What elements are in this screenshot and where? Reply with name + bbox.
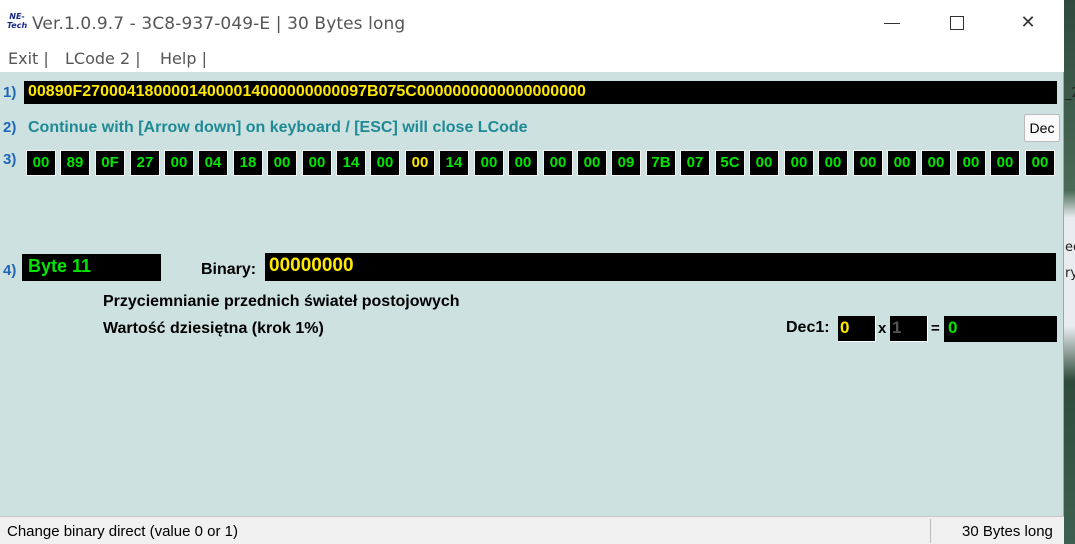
row-number: 1) — [3, 84, 17, 101]
byte-cell[interactable]: 00 — [887, 150, 917, 176]
byte-cell[interactable]: 00 — [990, 150, 1020, 176]
menu-lcode[interactable]: LCode 2 | — [65, 49, 141, 68]
close-button[interactable]: ✕ — [1005, 8, 1051, 38]
selected-byte-label: Byte 11 — [22, 254, 161, 281]
byte-cell[interactable]: 07 — [680, 150, 710, 176]
instruction-text: Continue with [Arrow down] on keyboard /… — [28, 119, 528, 136]
byte-cell[interactable]: 00 — [956, 150, 986, 176]
row-number: 4) — [3, 262, 17, 279]
byte-cell[interactable]: 00 — [302, 150, 332, 176]
status-bar: Change binary direct (value 0 or 1) 30 B… — [0, 516, 1064, 544]
minimize-icon — [884, 23, 900, 24]
desktop-background: _2 ec ry — [1063, 0, 1075, 544]
byte-cell[interactable]: 09 — [611, 150, 641, 176]
byte-cell[interactable]: 00 — [853, 150, 883, 176]
result-field: 0 — [944, 316, 1057, 342]
byte-cell[interactable]: 00 — [164, 150, 194, 176]
byte-cell[interactable]: 00 — [749, 150, 779, 176]
byte-cell[interactable]: 00 — [818, 150, 848, 176]
row-number: 2) — [3, 119, 17, 136]
desktop-text-fragment: ry — [1065, 266, 1075, 281]
byte-cell[interactable]: 00 — [1025, 150, 1055, 176]
byte-cell[interactable]: 14 — [439, 150, 469, 176]
desktop-text-fragment: _2 — [1065, 86, 1075, 101]
binary-label: Binary: — [201, 261, 257, 278]
byte-cell[interactable]: 00 — [370, 150, 400, 176]
byte-cell[interactable]: 14 — [336, 150, 366, 176]
byte-cell[interactable]: 89 — [60, 150, 90, 176]
hex-string-field[interactable]: 00890F27000418000014000014000000000097B0… — [24, 81, 1057, 104]
app-logo-icon: NE- Tech — [6, 12, 28, 30]
maximize-icon — [950, 16, 964, 30]
equals-sign: = — [931, 320, 940, 337]
byte-cell[interactable]: 04 — [198, 150, 228, 176]
minimize-button[interactable] — [870, 8, 916, 38]
byte-cell[interactable]: 0F — [95, 150, 125, 176]
title-bar[interactable]: NE- Tech Ver.1.0.9.7 - 3C8-937-049-E | 3… — [0, 0, 1064, 48]
byte-cell[interactable]: 27 — [130, 150, 160, 176]
byte-cell[interactable]: 00 — [267, 150, 297, 176]
app-window: NE- Tech Ver.1.0.9.7 - 3C8-937-049-E | 3… — [0, 0, 1064, 544]
maximize-button[interactable] — [935, 8, 981, 38]
byte-description: Przyciemnianie przednich świateł postojo… — [103, 293, 460, 310]
status-divider — [930, 519, 931, 543]
byte-cell[interactable]: 00 — [921, 150, 951, 176]
dec-button[interactable]: Dec — [1024, 114, 1060, 142]
byte-cell[interactable]: 00 — [474, 150, 504, 176]
multiply-sign: x — [878, 320, 887, 337]
dec1-label: Dec1: — [786, 319, 830, 336]
menu-bar: Exit | LCode 2 | Help | — [0, 48, 1064, 72]
byte-cell[interactable]: 00 — [508, 150, 538, 176]
menu-help[interactable]: Help | — [160, 49, 207, 68]
dec1-input[interactable]: 0 — [838, 316, 876, 342]
byte-cell[interactable]: 5C — [715, 150, 745, 176]
byte-cell[interactable]: 00 — [784, 150, 814, 176]
byte-cell[interactable]: 00 — [577, 150, 607, 176]
value-description: Wartość dziesiętna (krok 1%) — [103, 320, 324, 337]
byte-cell[interactable]: 00 — [543, 150, 573, 176]
byte-cells: 00 89 0F 27 00 04 18 00 00 14 00 00 14 00 00 00 00 09 7B 07… — [26, 150, 1060, 176]
binary-input[interactable]: 00000000 — [265, 253, 1056, 281]
byte-cell[interactable]: 7B — [646, 150, 676, 176]
desktop-text-fragment: ec — [1065, 240, 1075, 255]
multiplier-field: 1 — [890, 316, 928, 342]
byte-cell[interactable]: 00 — [405, 150, 435, 176]
close-icon: ✕ — [1020, 12, 1036, 33]
menu-exit[interactable]: Exit | — [8, 49, 49, 68]
byte-cell[interactable]: 00 — [26, 150, 56, 176]
window-title: Ver.1.0.9.7 - 3C8-937-049-E | 30 Bytes l… — [32, 14, 406, 34]
status-length: 30 Bytes long — [962, 523, 1053, 540]
status-message: Change binary direct (value 0 or 1) — [7, 523, 238, 540]
row-number: 3) — [3, 151, 17, 168]
byte-cell[interactable]: 18 — [233, 150, 263, 176]
